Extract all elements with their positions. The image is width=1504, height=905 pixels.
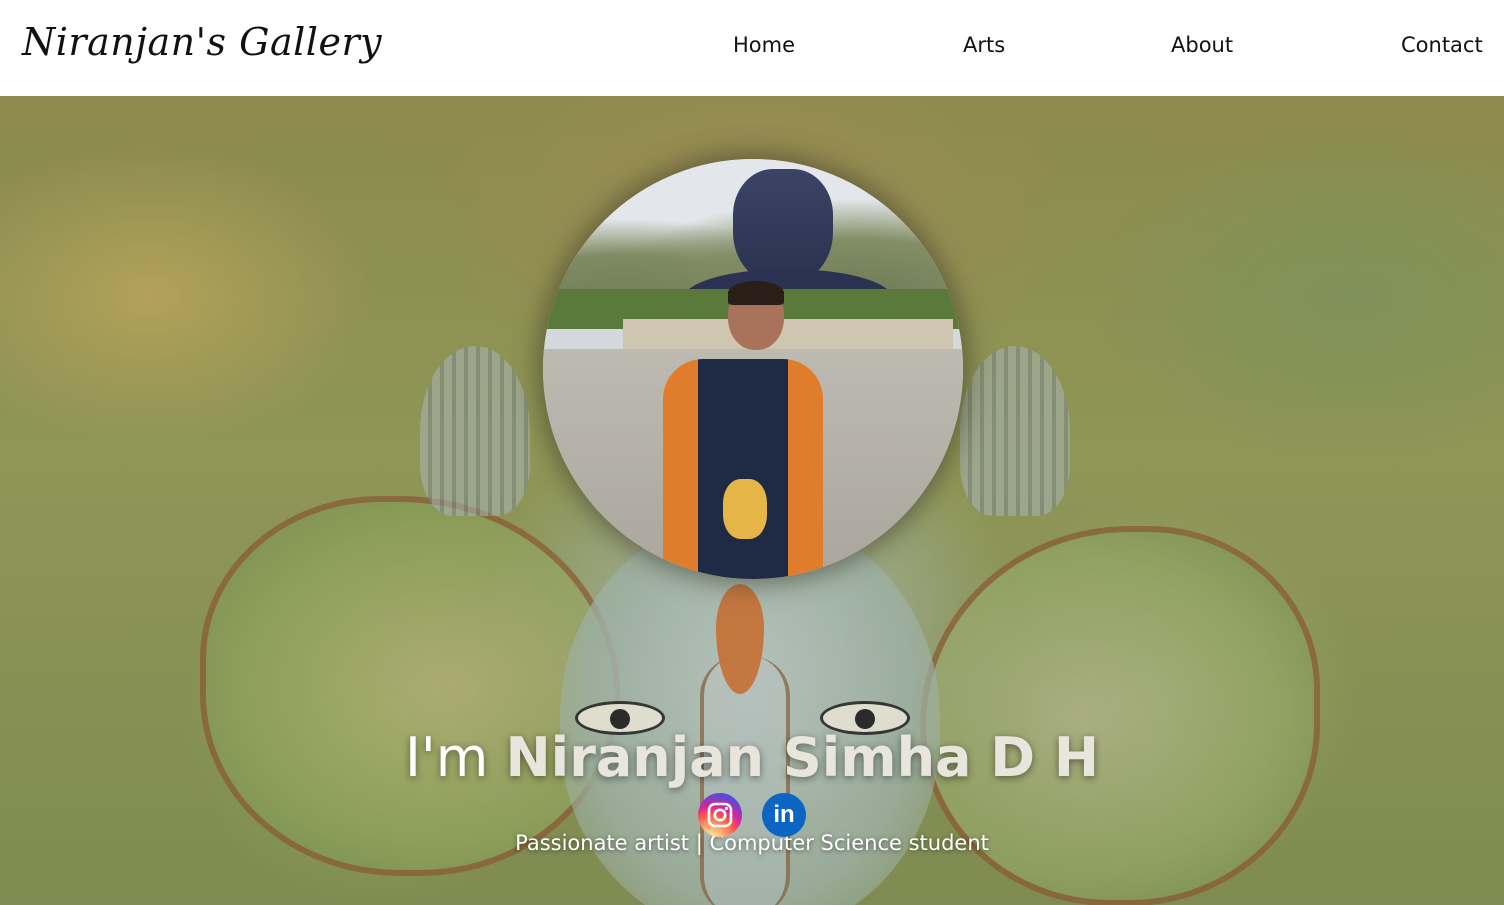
site-logo[interactable]: Niranjan's Gallery	[22, 20, 382, 64]
instagram-link[interactable]	[698, 793, 742, 837]
photo-person-hair	[728, 281, 784, 305]
photo-statue	[733, 169, 833, 284]
photo-person-body	[663, 359, 823, 579]
painting-crown-right	[960, 346, 1070, 516]
linkedin-icon: in	[773, 801, 795, 828]
instagram-icon	[707, 802, 733, 828]
hero-title: I'm Niranjan Simha D H	[0, 726, 1504, 789]
nav-link-about[interactable]: About	[1171, 33, 1233, 57]
photo-person-emblem	[723, 479, 767, 539]
hero-title-prefix: I'm	[404, 726, 489, 789]
nav-link-contact[interactable]: Contact	[1401, 33, 1483, 57]
painting-crown-left	[420, 346, 530, 516]
navbar: Niranjan's Gallery Home Arts About Conta…	[0, 0, 1504, 96]
linkedin-link[interactable]: in	[762, 793, 806, 837]
hero-section: I'm Niranjan Simha D H Passionate artist…	[0, 96, 1504, 905]
nav-link-arts[interactable]: Arts	[963, 33, 1005, 57]
hero-subtitle: Passionate artist | Computer Science stu…	[515, 831, 989, 855]
nav-link-home[interactable]: Home	[733, 33, 795, 57]
profile-photo	[543, 159, 963, 579]
hero-title-name: Niranjan Simha D H	[505, 726, 1100, 789]
